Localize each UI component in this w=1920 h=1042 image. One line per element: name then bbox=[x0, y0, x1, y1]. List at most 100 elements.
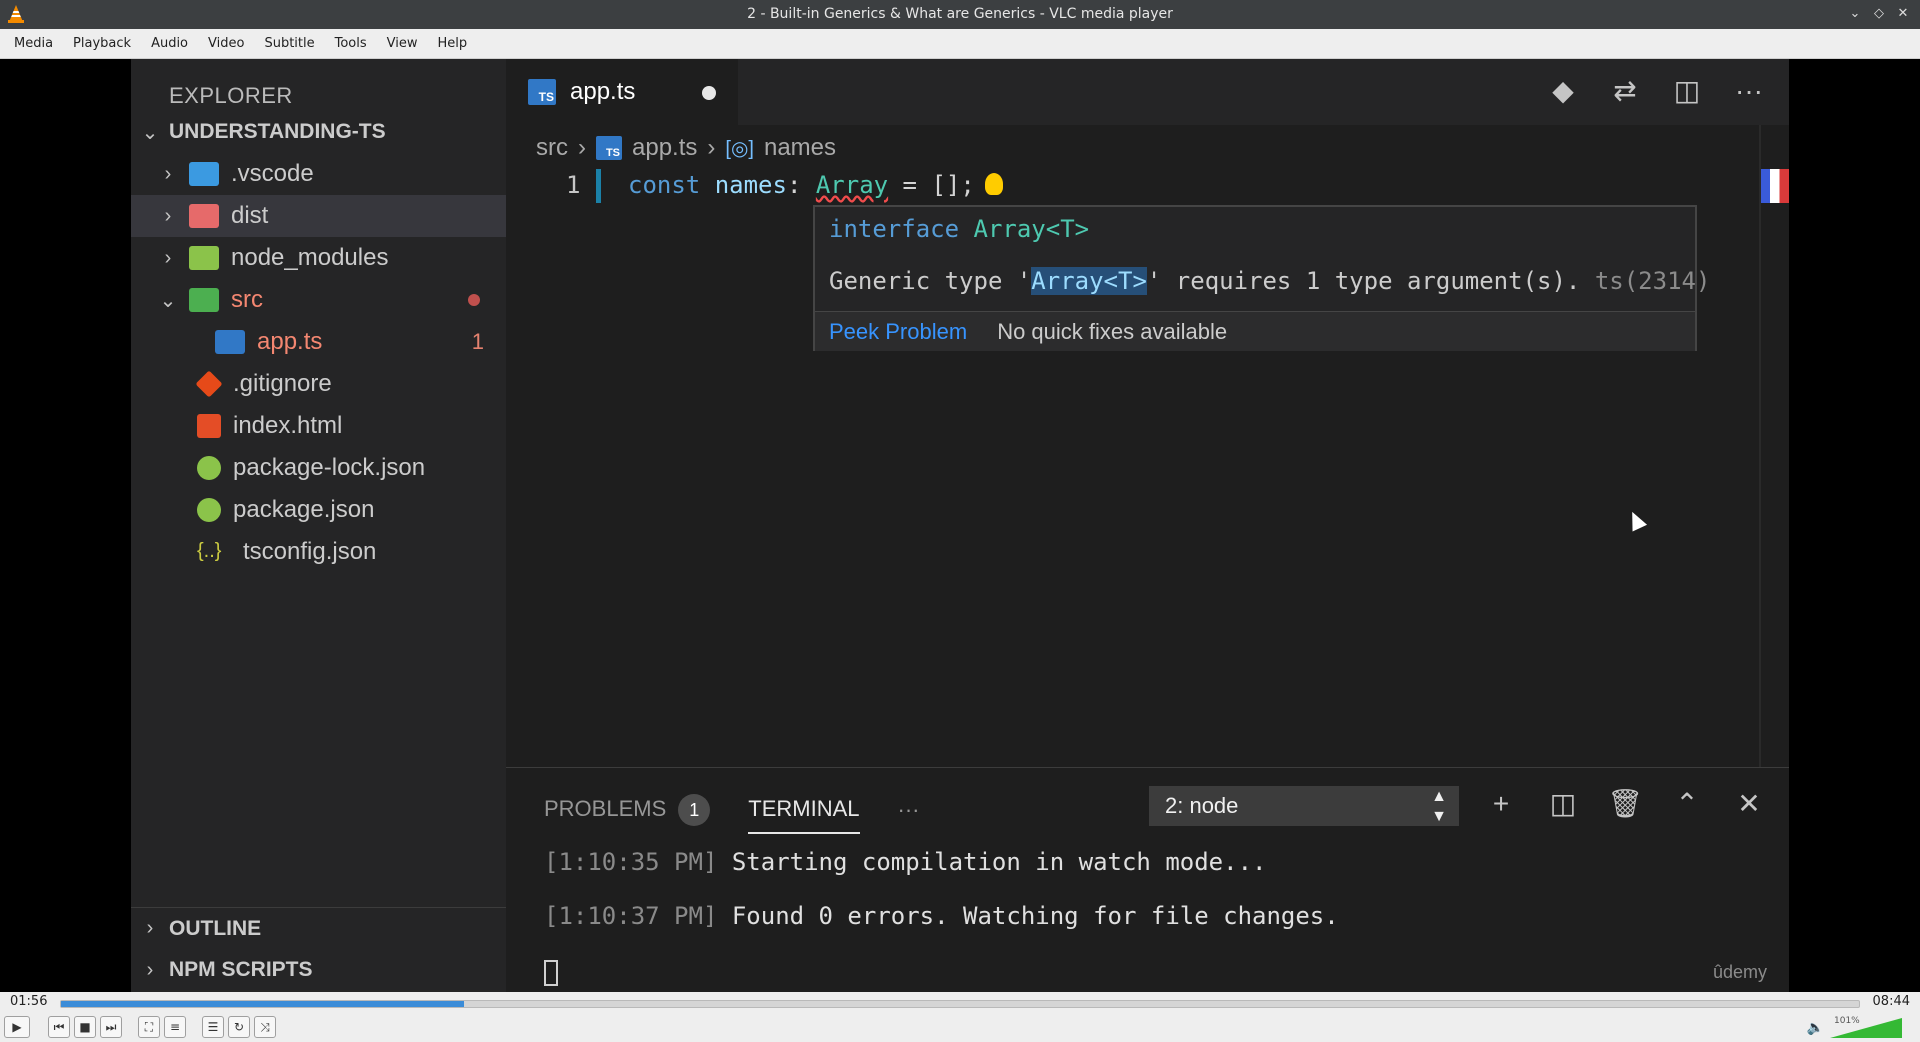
menu-bar: Media Playback Audio Video Subtitle Tool… bbox=[0, 29, 1920, 59]
minimize-button[interactable]: ⌄ bbox=[1846, 4, 1864, 24]
seek-row: 01:56 08:44 bbox=[0, 992, 1920, 1014]
title-bar: 2 - Built-in Generics & What are Generic… bbox=[0, 0, 1920, 29]
folder-vscode-icon bbox=[189, 162, 219, 186]
shuffle-button[interactable]: ⤨ bbox=[254, 1016, 276, 1038]
lightbulb-icon bbox=[984, 173, 1003, 195]
menu-audio[interactable]: Audio bbox=[141, 36, 198, 51]
seek-slider[interactable] bbox=[60, 1000, 1860, 1008]
volume-percent: 101% bbox=[1834, 1016, 1860, 1026]
peek-problem-link: Peek Problem bbox=[829, 318, 968, 344]
variable-symbol-icon: [◎] bbox=[725, 137, 754, 160]
code-rest: = []; bbox=[888, 171, 975, 199]
tree-item-dist: › dist bbox=[131, 195, 506, 237]
trash-icon: 🗑 bbox=[1607, 788, 1643, 819]
error-hover-popup: interface Array<T> Generic type 'Array<T… bbox=[813, 205, 1710, 351]
tree-item-label: dist bbox=[231, 202, 269, 229]
html-file-icon bbox=[197, 414, 221, 438]
chevron-right-icon: › bbox=[164, 246, 172, 269]
outline-section: › OUTLINE bbox=[131, 907, 506, 949]
terminal-select: 2: node ▲ ▼ bbox=[1149, 786, 1459, 826]
tab-label: app.ts bbox=[570, 78, 636, 105]
bottom-panel: PROBLEMS 1 TERMINAL ··· 2: node ▲ ▼ + ◫ 🗑 … bbox=[506, 767, 1789, 992]
terminal-timestamp: [1:10:35 PM] bbox=[544, 848, 718, 876]
code-line-1: 1 const names: Array = []; bbox=[506, 169, 1789, 205]
next-button[interactable]: ⏭ bbox=[100, 1016, 122, 1038]
fullscreen-button[interactable]: ⛶ bbox=[138, 1016, 160, 1038]
volume-slider[interactable]: 101% bbox=[1830, 1016, 1912, 1038]
split-terminal-icon: ◫ bbox=[1549, 788, 1577, 819]
git-file-icon bbox=[195, 370, 223, 398]
tree-item-label: .vscode bbox=[231, 160, 314, 187]
menu-playback[interactable]: Playback bbox=[63, 36, 141, 51]
tree-item-label: package.json bbox=[233, 496, 375, 523]
hover-actions: Peek Problem No quick fixes available bbox=[815, 311, 1695, 351]
menu-media[interactable]: Media bbox=[4, 36, 63, 51]
tree-item-index-html: index.html bbox=[131, 405, 506, 447]
code-keyword: const bbox=[628, 171, 701, 199]
speaker-icon[interactable]: 🔈 bbox=[1807, 1020, 1824, 1036]
tree-item-label: package-lock.json bbox=[233, 454, 426, 481]
control-row: ▶ ⏮ ■ ⏭ ⛶ ≡ ☰ ↻ ⤨ 🔈 101% bbox=[0, 1014, 1920, 1042]
json-file-icon: {..} bbox=[197, 540, 222, 562]
tree-item-gitignore: .gitignore bbox=[131, 363, 506, 405]
playlist-button[interactable]: ☰ bbox=[202, 1016, 224, 1038]
hover-msg-after: ' requires 1 type argument(s). bbox=[1146, 267, 1595, 295]
git-icon: ◆ bbox=[1552, 75, 1574, 106]
menu-help[interactable]: Help bbox=[428, 36, 478, 51]
hover-msg-before: Generic type ' bbox=[829, 267, 1032, 295]
seek-progress-fill bbox=[61, 1001, 464, 1007]
split-editor-icon: ◫ bbox=[1673, 75, 1701, 106]
stop-button[interactable]: ■ bbox=[74, 1016, 96, 1038]
chevron-down-icon: ⌄ bbox=[141, 121, 159, 144]
editor-scrollbar bbox=[1759, 125, 1761, 827]
hover-error-code: ts(2314) bbox=[1594, 267, 1711, 295]
breadcrumb-symbol: names bbox=[763, 134, 837, 161]
extended-settings-button[interactable]: ≡ bbox=[164, 1016, 186, 1038]
tree-item-label: tsconfig.json bbox=[243, 538, 377, 565]
video-area[interactable]: EXPLORER ⌄ UNDERSTANDING-TS › .vscode › … bbox=[0, 59, 1920, 992]
folder-dist-icon bbox=[189, 204, 219, 228]
hover-sig-keyword: interface bbox=[829, 215, 960, 243]
tree-item-tsconfig: {..} tsconfig.json bbox=[131, 531, 506, 573]
tab-terminal: TERMINAL bbox=[748, 796, 860, 834]
maximize-button[interactable]: ◇ bbox=[1870, 4, 1888, 24]
hover-sig-type: Array<T> bbox=[973, 215, 1090, 243]
mouse-cursor-icon bbox=[1624, 508, 1648, 532]
typescript-file-icon bbox=[215, 330, 245, 354]
typescript-file-icon: TS bbox=[528, 79, 556, 105]
menu-tools[interactable]: Tools bbox=[325, 36, 377, 51]
terminal-line: [1:10:37 PM] Found 0 errors. Watching fo… bbox=[544, 902, 1339, 930]
tree-item-label: .gitignore bbox=[233, 370, 332, 397]
terminal-text: Found 0 errors. Watching for file change… bbox=[717, 902, 1339, 930]
terminal-timestamp: [1:10:37 PM] bbox=[544, 902, 718, 930]
terminal-cursor bbox=[544, 960, 558, 986]
node-file-icon bbox=[197, 456, 221, 480]
elapsed-time: 01:56 bbox=[10, 994, 48, 1009]
tree-item-label: app.ts bbox=[257, 328, 323, 355]
loop-button[interactable]: ↻ bbox=[228, 1016, 250, 1038]
close-panel-icon: ✕ bbox=[1737, 788, 1761, 819]
menu-view[interactable]: View bbox=[377, 36, 428, 51]
problems-count-badge: 1 bbox=[678, 794, 711, 826]
video-frame-vscode: EXPLORER ⌄ UNDERSTANDING-TS › .vscode › … bbox=[131, 59, 1789, 992]
tree-item-label: index.html bbox=[233, 412, 343, 439]
menu-video[interactable]: Video bbox=[198, 36, 254, 51]
breadcrumb-src: src bbox=[536, 134, 568, 161]
close-button[interactable]: ✕ bbox=[1894, 4, 1912, 24]
menu-subtitle[interactable]: Subtitle bbox=[254, 36, 324, 51]
breadcrumb-separator-icon: › bbox=[707, 134, 716, 161]
panel-more-icon: ··· bbox=[897, 797, 920, 822]
total-time: 08:44 bbox=[1872, 994, 1910, 1009]
chevron-right-icon: › bbox=[146, 917, 154, 939]
previous-button[interactable]: ⏮ bbox=[48, 1016, 70, 1038]
terminal-select-value: 2: node bbox=[1165, 793, 1239, 818]
minimap-marker bbox=[1761, 169, 1789, 203]
udemy-watermark: ûdemy bbox=[1712, 962, 1767, 982]
npm-scripts-section: › NPM SCRIPTS bbox=[131, 949, 506, 991]
play-button[interactable]: ▶ bbox=[4, 1016, 30, 1038]
tree-item-node-modules: › node_modules bbox=[131, 237, 506, 279]
chevron-right-icon: › bbox=[146, 958, 154, 981]
terminal-line: [1:10:35 PM] Starting compilation in wat… bbox=[544, 848, 1266, 876]
tree-item-package-json: package.json bbox=[131, 489, 506, 531]
line-number: 1 bbox=[566, 171, 581, 199]
